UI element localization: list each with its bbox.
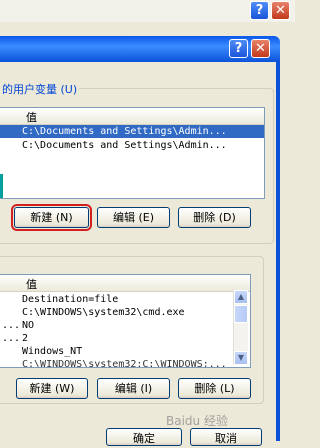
system-variables-list[interactable]: 值 Destination=file C:\WINDOWS\system32\c… bbox=[0, 274, 251, 368]
user-delete-button[interactable]: 删除 (D) bbox=[178, 207, 251, 228]
list-item-value: Windows_NT bbox=[22, 346, 83, 357]
list-item-name: ... bbox=[2, 333, 21, 344]
value-column-header[interactable]: 值 bbox=[26, 109, 37, 125]
list-item[interactable]: Destination=file bbox=[0, 293, 250, 306]
user-variables-list[interactable]: 值 C:\Documents and Settings\Admin... C:\… bbox=[0, 107, 265, 199]
user-variables-label: 的用户变量 (U) bbox=[0, 81, 80, 97]
partial-row-marker bbox=[0, 174, 3, 198]
list-item[interactable]: ... NO bbox=[0, 319, 250, 332]
list-item[interactable]: C:\WINDOWS\system32\cmd.exe bbox=[0, 306, 250, 319]
dialog-close-icon[interactable]: ✕ bbox=[251, 39, 270, 58]
system-list-header[interactable]: 值 bbox=[0, 275, 250, 292]
list-item-value: NO bbox=[22, 320, 35, 331]
list-item-value: 2 bbox=[22, 333, 29, 344]
list-item-value: Destination=file bbox=[22, 294, 119, 305]
system-list-scrollbar[interactable]: ▲ ▼ bbox=[233, 290, 248, 365]
user-edit-button[interactable]: 编辑 (E) bbox=[97, 207, 170, 228]
scroll-down-icon[interactable]: ▼ bbox=[234, 351, 248, 365]
watermark: Baidu 经验 bbox=[166, 414, 228, 428]
list-item[interactable]: C:\Documents and Settings\Admin... bbox=[0, 125, 264, 138]
scroll-thumb[interactable] bbox=[234, 305, 248, 323]
list-item[interactable]: C:\WINDOWS\system32;C:\WINDOWS;... bbox=[0, 358, 250, 368]
background-help-icon[interactable]: ? bbox=[250, 1, 269, 20]
list-item-value: C:\WINDOWS\system32;C:\WINDOWS;... bbox=[22, 359, 227, 368]
scroll-up-icon[interactable]: ▲ bbox=[234, 290, 248, 304]
dialog-help-icon[interactable]: ? bbox=[229, 39, 248, 58]
system-edit-button[interactable]: 编辑 (I) bbox=[97, 378, 170, 399]
background-close-icon[interactable]: ✕ bbox=[271, 1, 290, 20]
ok-button[interactable]: 确定 bbox=[106, 428, 182, 446]
system-delete-button[interactable]: 删除 (L) bbox=[178, 378, 251, 399]
list-item-value: C:\Documents and Settings\Admin... bbox=[22, 140, 227, 151]
value-column-header[interactable]: 值 bbox=[26, 276, 37, 292]
system-new-button[interactable]: 新建 (W) bbox=[16, 378, 88, 399]
user-list-header[interactable]: 值 bbox=[0, 108, 264, 125]
list-item[interactable]: ... 2 bbox=[0, 332, 250, 345]
list-item[interactable]: C:\Documents and Settings\Admin... bbox=[0, 139, 264, 152]
cancel-button[interactable]: 取消 bbox=[190, 428, 262, 446]
user-new-button[interactable]: 新建 (N) bbox=[11, 204, 92, 231]
list-item-name: ... bbox=[2, 320, 21, 331]
list-item-value: C:\Documents and Settings\Admin... bbox=[22, 126, 227, 137]
list-item[interactable]: Windows_NT bbox=[0, 345, 250, 358]
list-item-value: C:\WINDOWS\system32\cmd.exe bbox=[22, 307, 185, 318]
